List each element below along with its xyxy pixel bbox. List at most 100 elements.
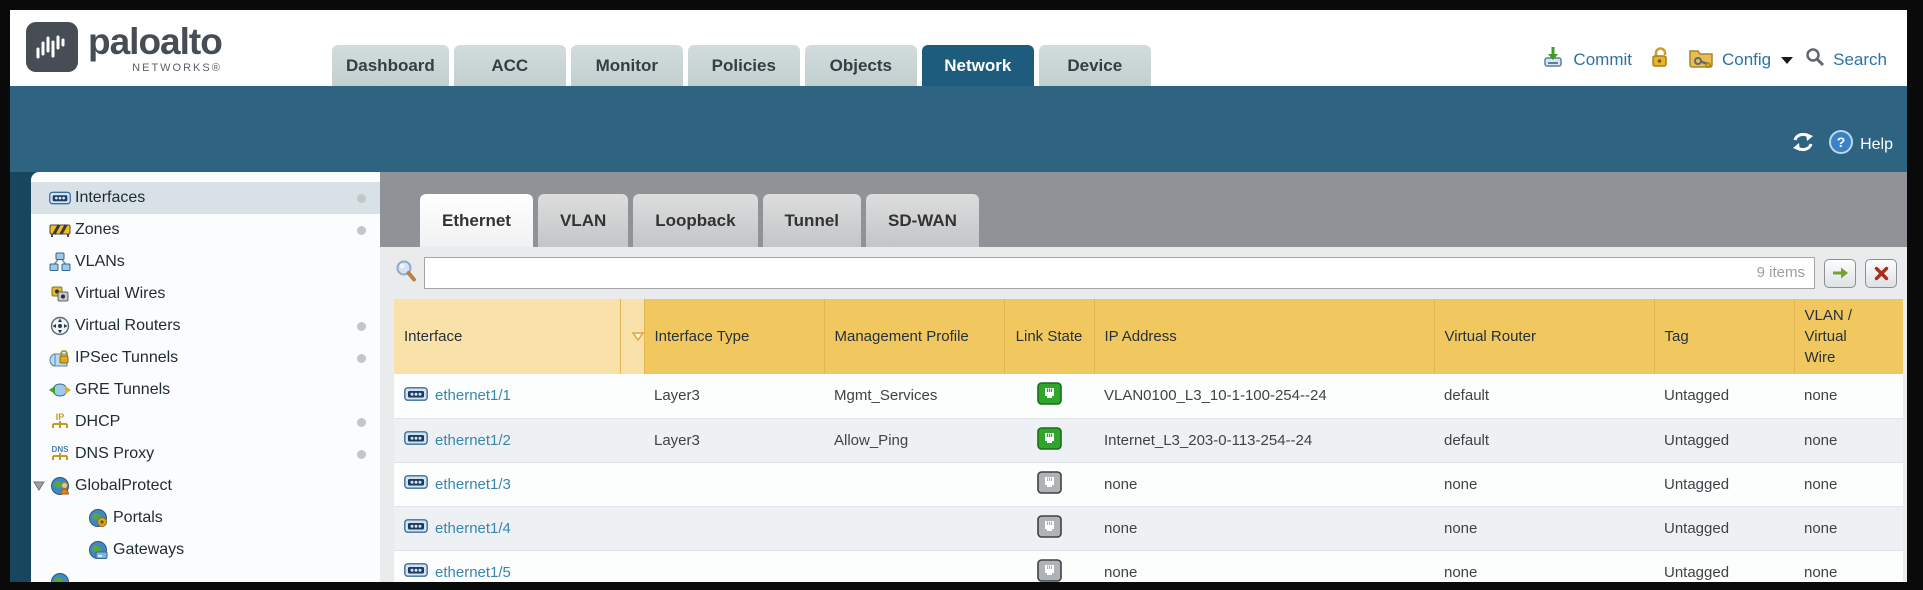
brand-subtitle: NETWORKS® <box>88 62 222 74</box>
column-sort-dropdown[interactable] <box>620 299 644 374</box>
sidebar-item-vlans[interactable]: VLANs <box>31 246 380 278</box>
ip-address-cell: none <box>1094 506 1434 550</box>
column-header-link-state[interactable]: Link State <box>1004 299 1094 374</box>
interface-type-cell <box>644 462 824 506</box>
vlan-wire-cell: none <box>1794 418 1903 462</box>
toolbar-icons: ? Help <box>1790 129 1893 160</box>
interface-link[interactable]: ethernet1/4 <box>435 520 511 537</box>
sidebar-item-label: GRE Tunnels <box>75 381 170 399</box>
sidebar-item-ipsec-tunnels[interactable]: IPSec Tunnels <box>31 342 380 374</box>
column-header-virtual-router[interactable]: Virtual Router <box>1434 299 1654 374</box>
tab-policies[interactable]: Policies <box>688 45 800 86</box>
sidebar-item-virtual-routers[interactable]: Virtual Routers <box>31 310 380 342</box>
sidebar-item-gre-tunnels[interactable]: GRE Tunnels <box>31 374 380 406</box>
paloalto-logo-icon <box>26 22 78 72</box>
ethernet-interface-icon <box>404 431 428 449</box>
sidebar-item-interfaces[interactable]: Interfaces <box>31 182 380 214</box>
tab-loopback[interactable]: Loopback <box>633 194 757 247</box>
ethernet-interface-icon <box>404 387 428 405</box>
help-icon[interactable]: ? <box>1828 129 1854 160</box>
status-dot <box>357 194 366 203</box>
virtual-router-cell: default <box>1434 418 1654 462</box>
expand-caret-down-icon[interactable] <box>31 478 47 494</box>
filter-search-icon <box>394 259 418 288</box>
network-sidebar: Interfaces ZonesVLANs Virtual Wires Virtual… <box>31 172 380 582</box>
sidebar-item-dhcp[interactable]: IPDHCP <box>31 406 380 438</box>
tab-sd-wan[interactable]: SD-WAN <box>866 194 979 247</box>
column-header-interface[interactable]: Interface <box>394 299 620 374</box>
column-header-vlan-virtual[interactable]: VLAN / Virtual Wire <box>1794 299 1903 374</box>
sidebar-item-label: GlobalProtect <box>75 477 172 495</box>
table-header-row: Interface Interface TypeManagement Profil… <box>394 299 1903 374</box>
vlan-wire-cell: none <box>1794 506 1903 550</box>
link-state-up-icon <box>1037 392 1062 409</box>
column-header-tag[interactable]: Tag <box>1654 299 1794 374</box>
svg-text:DNS: DNS <box>52 445 70 454</box>
tab-monitor[interactable]: Monitor <box>571 45 683 86</box>
sidebar-item-virtual-wires[interactable]: Virtual Wires <box>31 278 380 310</box>
commit-button[interactable]: Commit <box>1573 50 1632 70</box>
interface-type-cell: Layer3 <box>644 418 824 462</box>
interface-link[interactable]: ethernet1/5 <box>435 564 511 581</box>
refresh-icon[interactable] <box>1790 131 1816 158</box>
panos-app-window: paloalto NETWORKS® DashboardACCMonitorPo… <box>10 10 1907 582</box>
interface-cell: ethernet1/4 <box>394 506 644 550</box>
config-button[interactable]: Config <box>1722 50 1771 70</box>
link-state-down-icon <box>1037 525 1062 542</box>
interface-cell-content: ethernet1/4 <box>404 519 634 537</box>
tab-dashboard[interactable]: Dashboard <box>332 45 449 86</box>
filter-input[interactable] <box>424 257 1815 289</box>
interface-link[interactable]: ethernet1/2 <box>435 432 511 449</box>
sidebar-item-portals[interactable]: Portals <box>31 502 380 534</box>
items-count: 9 items <box>1757 264 1805 281</box>
tab-network[interactable]: Network <box>922 45 1034 86</box>
virtual-router-cell: none <box>1434 550 1654 582</box>
management-profile-cell <box>824 462 1004 506</box>
primary-nav-tabs: DashboardACCMonitorPoliciesObjectsNetwor… <box>332 45 1156 86</box>
tab-device[interactable]: Device <box>1039 45 1151 86</box>
link-state-cell <box>1004 550 1094 582</box>
status-dot <box>357 322 366 331</box>
sidebar-item-label: Gateways <box>113 541 184 559</box>
interface-link[interactable]: ethernet1/1 <box>435 387 511 404</box>
sidebar-item-label: Virtual Wires <box>75 285 165 303</box>
interface-type-tabs: EthernetVLANLoopbackTunnelSD-WAN <box>380 172 1907 247</box>
portals-icon <box>87 507 109 529</box>
virtual-router-cell: none <box>1434 506 1654 550</box>
search-button[interactable]: Search <box>1833 50 1887 70</box>
column-header-interface-type[interactable]: Interface Type <box>644 299 824 374</box>
tab-ethernet[interactable]: Ethernet <box>420 194 533 247</box>
apply-filter-button[interactable] <box>1824 259 1856 288</box>
sidebar-item-gateways[interactable]: Gateways <box>31 534 380 566</box>
config-caret-down-icon[interactable] <box>1781 57 1793 64</box>
help-label[interactable]: Help <box>1860 136 1893 154</box>
search-icon[interactable] <box>1805 47 1825 72</box>
sidebar-item-partial <box>31 566 380 582</box>
config-icon[interactable] <box>1688 46 1714 73</box>
sidebar-item-globalprotect[interactable]: GlobalProtect <box>31 470 380 502</box>
green-arrow-icon <box>1831 266 1849 280</box>
left-accent-strip <box>10 172 31 582</box>
content-area: Interfaces ZonesVLANs Virtual Wires Virtual… <box>10 172 1907 582</box>
tag-cell: Untagged <box>1654 418 1794 462</box>
tab-objects[interactable]: Objects <box>805 45 917 86</box>
top-header: paloalto NETWORKS® DashboardACCMonitorPo… <box>10 10 1907 86</box>
interfaces-icon <box>49 187 71 209</box>
tab-vlan[interactable]: VLAN <box>538 194 628 247</box>
column-header-management-profile[interactable]: Management Profile <box>824 299 1004 374</box>
commit-icon[interactable] <box>1541 45 1565 74</box>
lock-icon[interactable] <box>1650 46 1670 73</box>
clear-filter-button[interactable] <box>1865 259 1897 288</box>
interface-link[interactable]: ethernet1/3 <box>435 476 511 493</box>
sidebar-item-zones[interactable]: Zones <box>31 214 380 246</box>
ethernet-panel: 9 items <box>380 247 1907 582</box>
interface-cell: ethernet1/3 <box>394 462 644 506</box>
filter-row: 9 items <box>380 247 1907 297</box>
column-header-ip-address[interactable]: IP Address <box>1094 299 1434 374</box>
sidebar-item-dns-proxy[interactable]: DNSDNS Proxy <box>31 438 380 470</box>
tab-acc[interactable]: ACC <box>454 45 566 86</box>
vlan-wire-cell: none <box>1794 550 1903 582</box>
tab-tunnel[interactable]: Tunnel <box>763 194 861 247</box>
interface-cell: ethernet1/1 <box>394 374 644 418</box>
sidebar-item-label: Interfaces <box>75 189 145 207</box>
